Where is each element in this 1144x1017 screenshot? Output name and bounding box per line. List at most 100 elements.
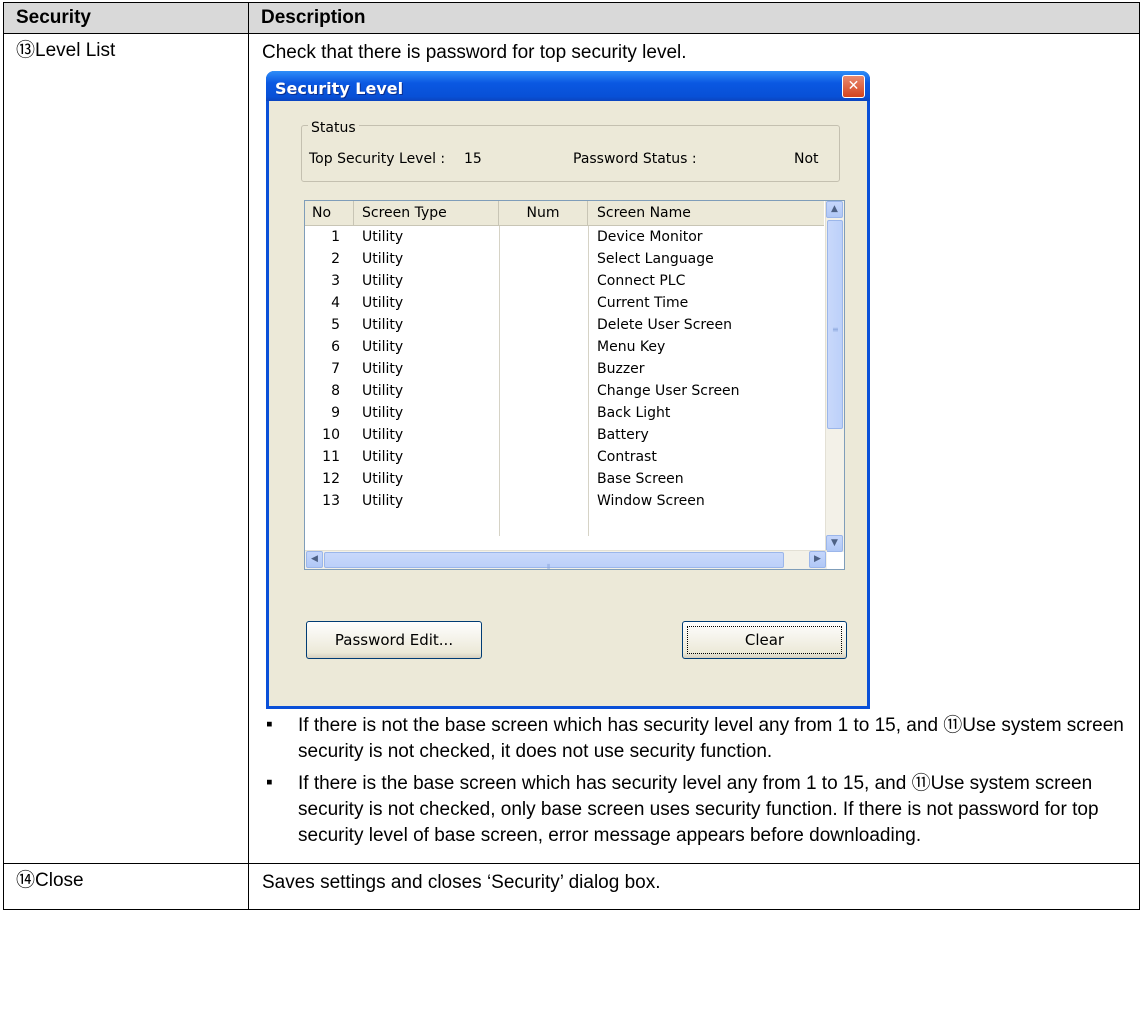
row-type: Utility bbox=[362, 449, 404, 465]
note-text: If there is not the base screen which ha… bbox=[298, 715, 1124, 762]
password-status-value: Not bbox=[794, 151, 819, 167]
grip-icon: ≡ bbox=[832, 325, 839, 334]
row-type: Utility bbox=[362, 383, 404, 399]
list-header: No Screen Type Num Screen Name bbox=[305, 201, 824, 226]
row-type: Utility bbox=[362, 273, 404, 289]
row-name: Delete User Screen bbox=[597, 317, 732, 333]
security-description-table: Security Description ⑬Level List Check t… bbox=[3, 2, 1140, 910]
list-item[interactable]: 5 Utility Delete User Screen bbox=[305, 314, 824, 336]
row-name: Base Screen bbox=[597, 471, 684, 487]
row-name: Select Language bbox=[597, 251, 714, 267]
dialog-title: Security Level bbox=[275, 79, 404, 98]
column-header-screen-name[interactable]: Screen Name bbox=[588, 201, 824, 225]
list-item: ▪ If there is the base screen which has s… bbox=[260, 771, 1129, 849]
list-item[interactable]: 2 Utility Select Language bbox=[305, 248, 824, 270]
row-type: Utility bbox=[362, 251, 404, 267]
row-name: Change User Screen bbox=[597, 383, 740, 399]
scroll-right-icon[interactable]: ▶ bbox=[809, 551, 826, 568]
table-row: ⑬Level List Check that there is password… bbox=[3, 33, 1140, 864]
row-type: Utility bbox=[362, 361, 404, 377]
header-security: Security bbox=[3, 2, 249, 34]
row-type: Utility bbox=[362, 493, 404, 509]
horizontal-scrollbar[interactable]: ◀ ⦀ ▶ bbox=[305, 550, 827, 569]
list-item: ▪ If there is not the base screen which h… bbox=[260, 713, 1129, 765]
row-no: 6 bbox=[331, 339, 340, 355]
horizontal-scroll-thumb[interactable]: ⦀ bbox=[324, 552, 784, 570]
row-no: 7 bbox=[331, 361, 340, 377]
list-rows: 1 Utility Device Monitor 2 Utility Select La… bbox=[305, 226, 824, 512]
row-type: Utility bbox=[362, 339, 404, 355]
close-icon[interactable]: ✕ bbox=[842, 75, 865, 98]
status-group: Status Top Security Level : 15 Password … bbox=[301, 116, 840, 182]
clear-button-label: Clear bbox=[744, 631, 785, 649]
row-no: 13 bbox=[322, 493, 340, 509]
vertical-scrollbar[interactable]: ▲ ≡ ▼ bbox=[825, 201, 844, 552]
screen-list[interactable]: No Screen Type Num Screen Name 1 Utility D… bbox=[304, 200, 845, 570]
row-no: 1 bbox=[331, 229, 340, 245]
top-security-level-value: 15 bbox=[464, 151, 482, 167]
list-item[interactable]: 8 Utility Change User Screen bbox=[305, 380, 824, 402]
row-name: Current Time bbox=[597, 295, 689, 311]
row-no: 12 bbox=[322, 471, 340, 487]
row-type: Utility bbox=[362, 427, 404, 443]
row-type: Utility bbox=[362, 229, 404, 245]
security-level-dialog: Security Level ✕ Status Top Security Lev… bbox=[266, 71, 870, 709]
row-name: Connect PLC bbox=[597, 273, 686, 289]
row-type: Utility bbox=[362, 405, 404, 421]
vertical-scroll-thumb[interactable]: ≡ bbox=[827, 220, 843, 429]
list-item[interactable]: 10 Utility Battery bbox=[305, 424, 824, 446]
row-no: 10 bbox=[322, 427, 340, 443]
note-text: If there is the base screen which has se… bbox=[298, 773, 1099, 846]
bullet-icon: ▪ bbox=[266, 772, 273, 793]
row-no: 3 bbox=[331, 273, 340, 289]
list-item[interactable]: 13 Utility Window Screen bbox=[305, 490, 824, 512]
list-item[interactable]: 7 Utility Buzzer bbox=[305, 358, 824, 380]
intro-text: Check that there is password for top sec… bbox=[262, 42, 687, 63]
row-name: Buzzer bbox=[597, 361, 645, 377]
list-item[interactable]: 1 Utility Device Monitor bbox=[305, 226, 824, 248]
row-no: 9 bbox=[331, 405, 340, 421]
column-header-screen-type[interactable]: Screen Type bbox=[354, 201, 499, 225]
column-header-no[interactable]: No bbox=[305, 201, 354, 225]
table-row: ⑭Close Saves settings and closes ‘Securi… bbox=[3, 863, 1140, 910]
row-no: 4 bbox=[331, 295, 340, 311]
list-item[interactable]: 6 Utility Menu Key bbox=[305, 336, 824, 358]
row-name: Contrast bbox=[597, 449, 657, 465]
dialog-title-bar[interactable]: Security Level ✕ bbox=[266, 71, 870, 101]
top-security-level-label: Top Security Level : bbox=[309, 151, 446, 167]
scroll-down-icon[interactable]: ▼ bbox=[826, 535, 843, 552]
level-list-label: ⑬Level List bbox=[3, 33, 249, 864]
close-description: Saves settings and closes ‘Security’ dia… bbox=[248, 863, 1140, 910]
bullet-icon: ▪ bbox=[266, 714, 273, 735]
row-name: Menu Key bbox=[597, 339, 666, 355]
scroll-left-icon[interactable]: ◀ bbox=[306, 551, 323, 568]
list-item[interactable]: 9 Utility Back Light bbox=[305, 402, 824, 424]
password-status-label: Password Status : bbox=[573, 151, 697, 167]
list-item[interactable]: 4 Utility Current Time bbox=[305, 292, 824, 314]
list-item[interactable]: 12 Utility Base Screen bbox=[305, 468, 824, 490]
row-type: Utility bbox=[362, 471, 404, 487]
list-item[interactable]: 11 Utility Contrast bbox=[305, 446, 824, 468]
row-no: 2 bbox=[331, 251, 340, 267]
row-type: Utility bbox=[362, 317, 404, 333]
status-legend: Status bbox=[308, 116, 359, 141]
row-name: Battery bbox=[597, 427, 649, 443]
row-name: Device Monitor bbox=[597, 229, 703, 245]
row-no: 11 bbox=[322, 449, 340, 465]
row-no: 5 bbox=[331, 317, 340, 333]
row-no: 8 bbox=[331, 383, 340, 399]
clear-button[interactable]: Clear bbox=[682, 621, 847, 659]
grip-icon: ⦀ bbox=[547, 563, 551, 570]
list-item[interactable]: 3 Utility Connect PLC bbox=[305, 270, 824, 292]
level-list-description: Check that there is password for top sec… bbox=[248, 33, 1140, 864]
scroll-up-icon[interactable]: ▲ bbox=[826, 201, 843, 218]
table-header-row: Security Description bbox=[3, 2, 1140, 34]
column-header-num[interactable]: Num bbox=[499, 201, 588, 225]
close-label: ⑭Close bbox=[3, 863, 249, 910]
row-type: Utility bbox=[362, 295, 404, 311]
password-edit-button[interactable]: Password Edit... bbox=[306, 621, 482, 659]
row-name: Window Screen bbox=[597, 493, 705, 509]
notes-list: ▪ If there is not the base screen which h… bbox=[260, 713, 1129, 849]
row-name: Back Light bbox=[597, 405, 671, 421]
header-description: Description bbox=[248, 2, 1140, 34]
